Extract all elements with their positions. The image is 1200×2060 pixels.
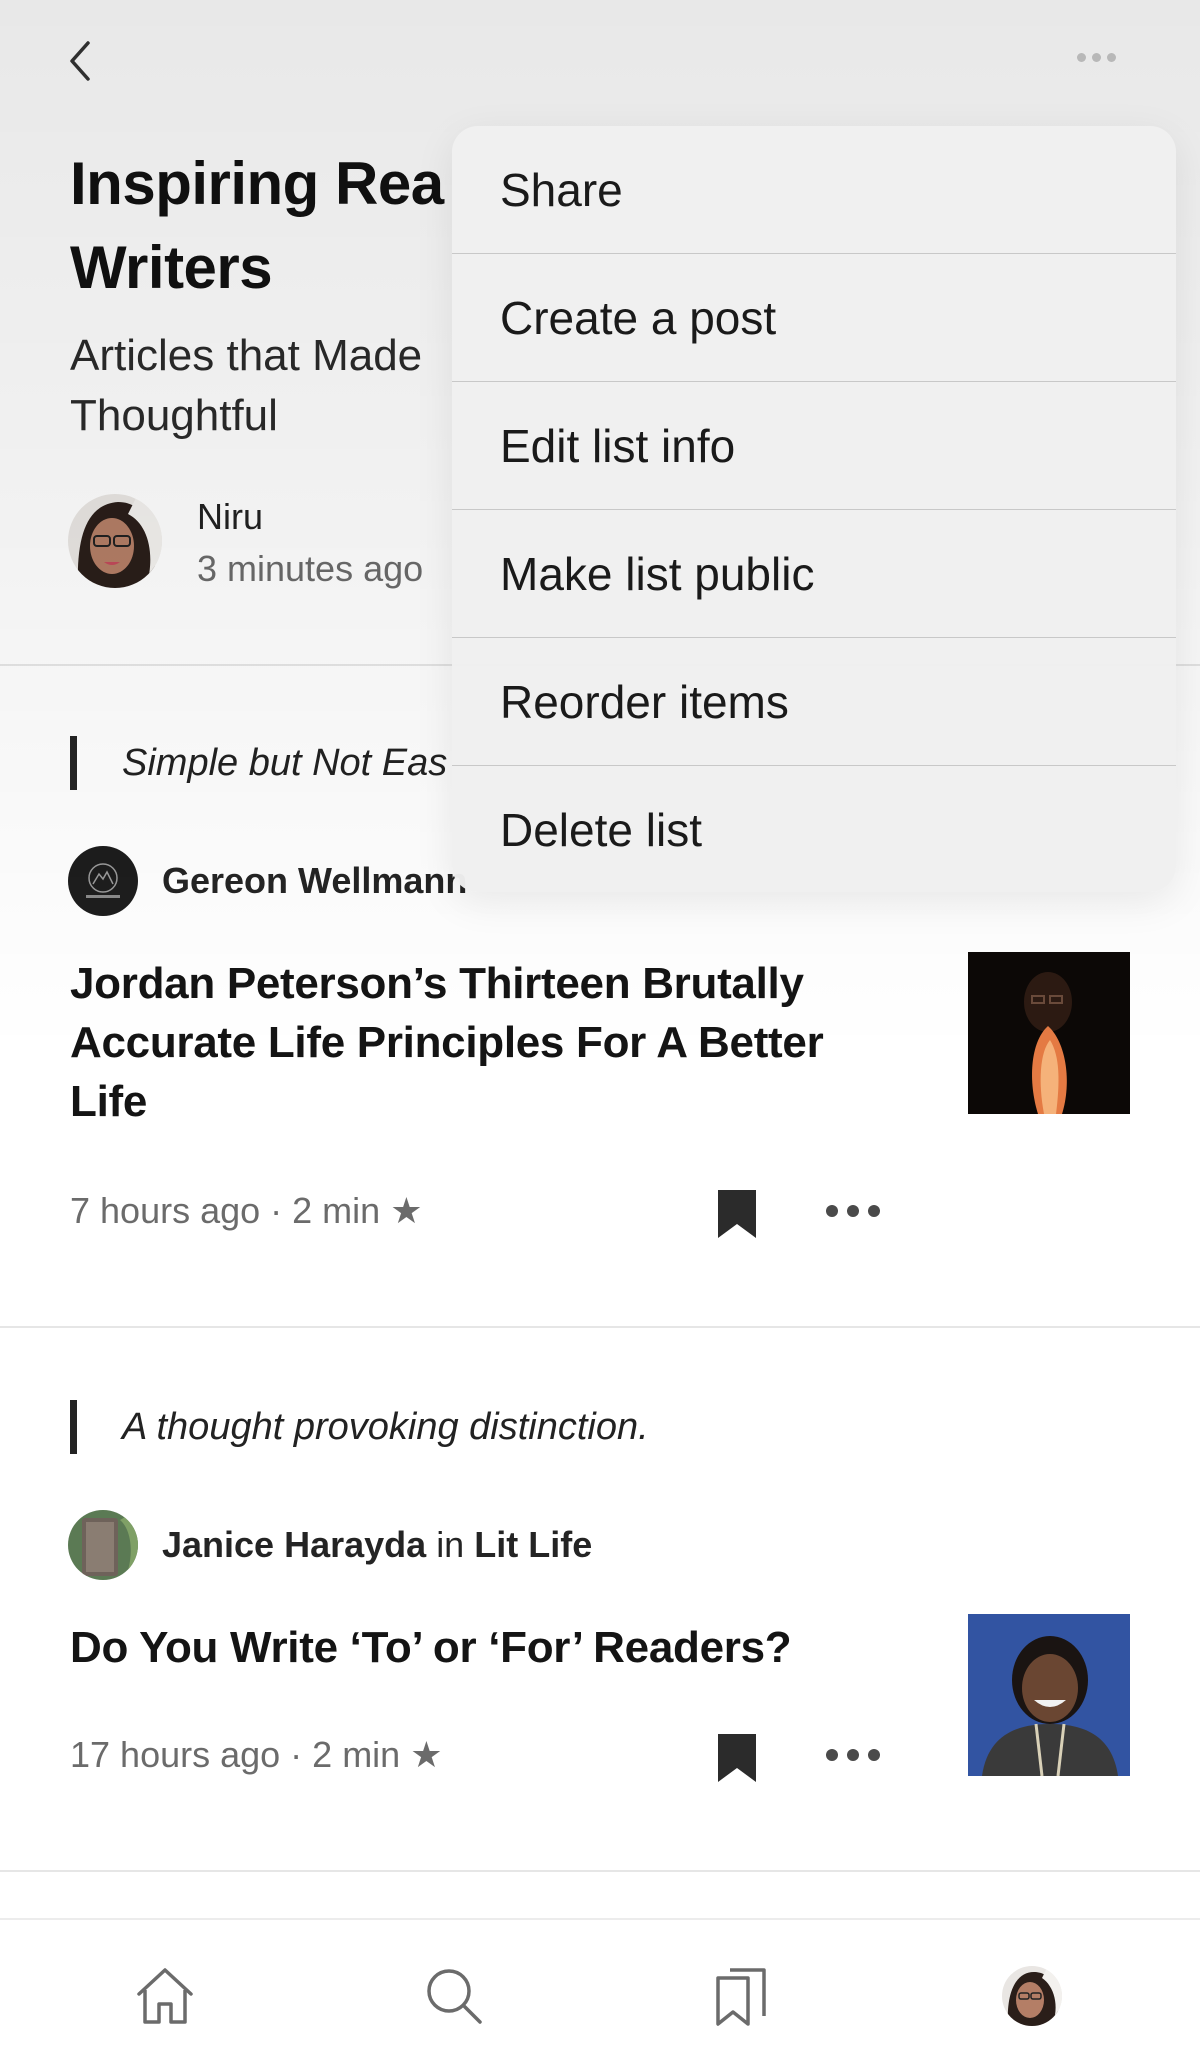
menu-item-edit-list-info[interactable]: Edit list info: [452, 382, 1176, 509]
article-time: 7 hours ago: [70, 1190, 261, 1231]
bookmark-filled-icon: [718, 1734, 756, 1782]
article-meta: 17 hours ago · 2 min ★: [70, 1734, 443, 1776]
author-name[interactable]: Niru: [197, 496, 263, 538]
home-icon: [137, 1968, 193, 2024]
article-read-time: 2 min: [312, 1734, 401, 1775]
nav-bookmarks[interactable]: [710, 1964, 774, 2028]
publication-name[interactable]: Lit Life: [474, 1524, 592, 1565]
dot: [1076, 52, 1086, 62]
avatar-image: [68, 494, 162, 588]
back-button[interactable]: [58, 36, 102, 86]
article-read-time: 2 min: [292, 1190, 381, 1231]
article-byline: Janice Harayda in Lit Life: [162, 1524, 592, 1566]
dot: [847, 1749, 859, 1761]
chevron-left-icon: [70, 41, 90, 81]
bookmarks-icon: [716, 1968, 766, 2026]
article-more-button[interactable]: [826, 1201, 880, 1221]
thumbnail-image: [968, 952, 1130, 1114]
article-byline: Gereon Wellmann: [162, 860, 467, 902]
divider: [0, 1326, 1200, 1328]
list-item-note: Simple but Not Eas: [70, 736, 447, 790]
bookmark-filled-icon: [718, 1190, 756, 1238]
divider: [0, 1870, 1200, 1872]
menu-item-reorder-items[interactable]: Reorder items: [452, 638, 1176, 765]
dot: [868, 1205, 880, 1217]
avatar-image: [68, 1510, 138, 1580]
article-author[interactable]: Janice Harayda: [162, 1524, 426, 1565]
dot: [1106, 52, 1116, 62]
bookmark-button[interactable]: [716, 1732, 758, 1784]
member-star-icon: ★: [390, 1190, 423, 1231]
thumbnail-image: [968, 1614, 1130, 1776]
avatar-image: [1002, 1966, 1062, 2026]
list-options-menu: Share Create a post Edit list info Make …: [452, 126, 1176, 892]
misfits-logo-icon: [68, 846, 138, 916]
publication-avatar[interactable]: [68, 846, 138, 916]
nav-profile-avatar[interactable]: [1002, 1966, 1062, 2026]
menu-item-share[interactable]: Share: [452, 126, 1176, 253]
article-more-button[interactable]: [826, 1745, 880, 1765]
article-title[interactable]: Jordan Peterson’s Thirteen Brutally Accu…: [70, 954, 890, 1131]
article-meta: 7 hours ago · 2 min ★: [70, 1190, 422, 1232]
dot: [1091, 52, 1101, 62]
dot: [868, 1749, 880, 1761]
dot: [826, 1205, 838, 1217]
article-author[interactable]: Gereon Wellmann: [162, 860, 467, 901]
nav-home[interactable]: [133, 1964, 197, 2028]
meta-separator: ·: [270, 1190, 283, 1231]
dot: [847, 1205, 859, 1217]
article-thumbnail[interactable]: [968, 952, 1130, 1114]
nav-search[interactable]: [422, 1964, 486, 2028]
member-star-icon: ★: [410, 1734, 443, 1775]
bottom-nav: [0, 1918, 1200, 2060]
bookmark-button[interactable]: [716, 1188, 758, 1240]
author-timestamp: 3 minutes ago: [197, 548, 424, 589]
author-avatar[interactable]: [68, 1510, 138, 1580]
list-page: Inspiring Rea Writers Articles that Made…: [0, 0, 1200, 2060]
menu-item-make-list-public[interactable]: Make list public: [452, 510, 1176, 637]
author-avatar[interactable]: [68, 494, 162, 588]
in-label: in: [436, 1524, 465, 1565]
menu-item-create-post[interactable]: Create a post: [452, 254, 1176, 381]
search-icon: [427, 1969, 482, 2024]
list-item-note: A thought provoking distinction.: [70, 1400, 649, 1454]
menu-item-delete-list[interactable]: Delete list: [452, 766, 1176, 892]
article-thumbnail[interactable]: [968, 1614, 1130, 1776]
more-options-button[interactable]: [1066, 42, 1126, 72]
article-time: 17 hours ago: [70, 1734, 281, 1775]
article-title[interactable]: Do You Write ‘To’ or ‘For’ Readers?: [70, 1618, 890, 1677]
meta-separator: ·: [290, 1734, 303, 1775]
dot: [826, 1749, 838, 1761]
